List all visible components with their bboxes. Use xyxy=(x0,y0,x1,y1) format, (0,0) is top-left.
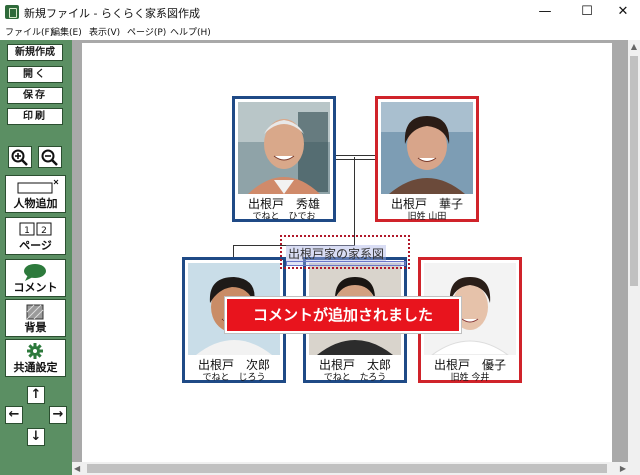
add-person-button[interactable]: 人物追加 xyxy=(5,175,66,213)
person-kana: でねと じろう xyxy=(202,373,266,383)
zoom-in-icon xyxy=(11,149,28,166)
notification-toast: コメントが追加されました xyxy=(225,297,461,333)
horizontal-scroll-thumb[interactable] xyxy=(87,464,607,473)
add-person-label: 人物追加 xyxy=(13,197,58,210)
person-kana: でねと たろう xyxy=(323,373,387,383)
maximize-button[interactable]: ☐ xyxy=(572,2,602,22)
page-label: ページ xyxy=(19,239,52,252)
open-button[interactable]: 開く xyxy=(7,66,63,83)
common-settings-label: 共通設定 xyxy=(13,361,58,374)
vertical-scroll-thumb[interactable] xyxy=(630,56,638,286)
new-file-button[interactable]: 新規作成 xyxy=(7,44,63,61)
comment-label: コメント xyxy=(13,281,58,294)
window-title: 新規ファイル - らくらく家系図作成 xyxy=(24,7,200,20)
family-tree-title: 出根戸家の家系図 xyxy=(286,245,387,262)
scroll-down-button[interactable]: ↓ xyxy=(27,428,45,446)
menu-help[interactable]: ヘルプ(H) xyxy=(170,25,211,38)
scroll-up-arrow-icon[interactable]: ▲ xyxy=(628,40,640,54)
menu-page[interactable]: ページ(P) xyxy=(127,25,166,38)
menu-edit[interactable]: 編集(E) xyxy=(51,25,82,38)
common-settings-button[interactable]: 共通設定 xyxy=(5,339,66,377)
scroll-right-arrow-icon[interactable]: ▶ xyxy=(620,462,626,475)
comment-button[interactable]: コメント xyxy=(5,259,66,297)
person-card-hanako[interactable]: 出根戸 華子 旧姓 山田 xyxy=(375,96,479,222)
minimize-button[interactable]: — xyxy=(530,2,560,22)
app-icon xyxy=(5,5,19,19)
save-button[interactable]: 保存 xyxy=(7,87,63,104)
portrait-elderly-man xyxy=(238,102,330,194)
vertical-scrollbar[interactable]: ▲ xyxy=(628,40,640,475)
print-button[interactable]: 印刷 xyxy=(7,108,63,125)
page-icon-num-1: 1 xyxy=(24,226,30,236)
zoom-out-button[interactable] xyxy=(38,146,62,168)
left-toolbar: 新規作成 開く 保存 印刷 人物追加 1 2 ページ コメント 背景 共通設定 … xyxy=(0,40,72,475)
portrait-woman xyxy=(381,102,473,194)
marriage-line xyxy=(335,155,375,156)
zoom-in-button[interactable] xyxy=(8,146,32,168)
selection-highlight xyxy=(286,261,406,266)
marriage-line-2 xyxy=(335,159,375,160)
menu-view[interactable]: 表示(V) xyxy=(89,25,120,38)
person-kana: 旧姓 山田 xyxy=(407,212,447,222)
photo-hanako xyxy=(381,102,473,194)
person-kana: 旧姓 今井 xyxy=(450,373,490,383)
scroll-right-button[interactable]: → xyxy=(49,406,67,424)
horizontal-scrollbar[interactable]: ◀ ▶ xyxy=(72,462,628,475)
scroll-left-arrow-icon[interactable]: ◀ xyxy=(74,462,80,475)
background-button[interactable]: 背景 xyxy=(5,299,66,337)
page-button[interactable]: 1 2 ページ xyxy=(5,217,66,255)
photo-hideo xyxy=(238,102,330,194)
menu-bar: ファイル(F) 編集(E) 表示(V) ページ(P) ヘルプ(H) xyxy=(0,24,640,41)
person-kana: でねと ひでお xyxy=(252,212,316,222)
scroll-up-button[interactable]: ↑ xyxy=(27,386,45,404)
person-card-hideo[interactable]: 出根戸 秀雄 でねと ひでお xyxy=(232,96,336,222)
close-button[interactable]: ✕ xyxy=(608,2,638,22)
title-bar: 新規ファイル - らくらく家系図作成 — ☐ ✕ xyxy=(0,0,640,24)
descent-line xyxy=(354,157,355,246)
background-label: 背景 xyxy=(24,321,47,334)
family-tree-title-box[interactable]: 出根戸家の家系図 xyxy=(280,235,410,269)
page-icon-num-2: 2 xyxy=(41,226,47,236)
scroll-left-button[interactable]: ← xyxy=(5,406,23,424)
zoom-out-icon xyxy=(41,149,58,166)
child-line-jiro xyxy=(233,245,234,257)
menu-file[interactable]: ファイル(F) xyxy=(5,25,53,38)
